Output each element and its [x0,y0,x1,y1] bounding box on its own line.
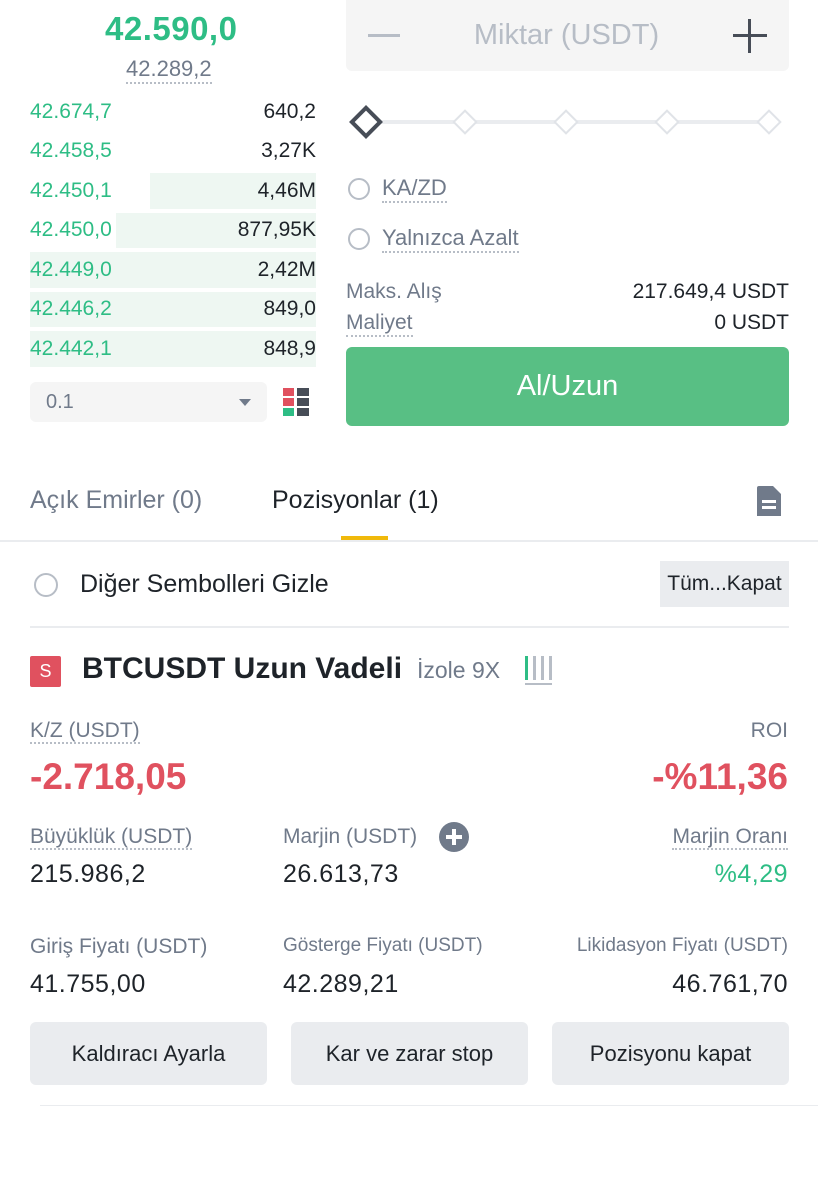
bid-price: 42.450,0 [30,218,112,242]
mark-price-label: Gösterge Fiyatı (USDT) [283,935,483,956]
margin-ratio-label: Marjin Oranı [672,825,788,850]
cost-value: 0 USDT [714,311,789,334]
margin-label: Marjin (USDT) [283,825,418,848]
bid-price: 42.446,2 [30,297,112,321]
max-buy-value: 217.649,4 USDT [632,280,789,303]
reduce-only-label: Yalnızca Azalt [382,225,519,253]
pnl-label-wrap[interactable]: K/Z (USDT) [30,719,140,744]
bid-price: 42.674,7 [30,99,112,123]
margin-value: 26.613,73 [283,860,399,888]
size-label-wrap[interactable]: Büyüklük (USDT) [30,825,193,850]
cost-row: Maliyet 0 USDT [346,311,789,337]
caret-down-icon [239,398,251,406]
bid-quantity: 849,0 [263,297,316,321]
position-symbol[interactable]: BTCUSDT Uzun Vadeli [82,652,402,686]
size-label: Büyüklük (USDT) [30,825,193,850]
buy-long-button[interactable]: Al/Uzun [346,347,789,426]
tab-open-orders[interactable]: Açık Emirler (0) [30,486,202,515]
adjust-leverage-button[interactable]: Kaldıracı Ayarla [30,1022,267,1085]
close-position-button[interactable]: Pozisyonu kapat [552,1022,789,1085]
bid-quantity: 877,95K [237,218,316,242]
bid-price: 42.449,0 [30,257,112,281]
roi-value: -%11,36 [652,756,788,797]
pnl-label: K/Z (USDT) [30,719,140,744]
orderbook-layout-icon[interactable] [283,388,309,416]
divider [0,540,818,542]
tpsl-button[interactable]: Kar ve zarar stop [291,1022,528,1085]
order-book-row[interactable]: 42.449,0 2,42M [30,250,316,290]
quantity-slider[interactable] [349,105,782,139]
tpsl-radio[interactable] [348,178,370,200]
slider-handle[interactable] [349,105,383,139]
order-book-row[interactable]: 42.446,2 849,0 [30,290,316,330]
order-book-row[interactable]: 42.450,0 877,95K [30,211,316,251]
tpsl-option[interactable]: KA/ZD [348,175,447,203]
reduce-only-radio[interactable] [348,228,370,250]
margin-ratio-value: %4,29 [714,860,788,888]
mark-price[interactable]: 42.289,2 [126,56,212,84]
cost-label[interactable]: Maliyet [346,311,413,337]
size-value: 215.986,2 [30,860,146,888]
reduce-only-option[interactable]: Yalnızca Azalt [348,225,519,253]
slider-stop-75[interactable] [654,109,680,135]
tab-positions[interactable]: Pozisyonlar (1) [272,486,439,515]
close-all-button[interactable]: Tüm...Kapat [660,561,789,607]
slider-stop-100[interactable] [756,109,782,135]
liquidation-price-label: Likidasyon Fiyatı (USDT) [576,935,788,956]
document-icon[interactable] [757,486,781,516]
minus-icon[interactable] [368,34,400,37]
pnl-value: -2.718,05 [30,756,187,797]
max-buy-label: Maks. Alış [346,280,442,303]
adl-indicator-icon[interactable] [525,656,553,686]
bid-price: 42.458,5 [30,139,112,163]
price-step-select[interactable]: 0.1 [30,382,267,422]
margin-ratio-label-wrap[interactable]: Marjin Oranı [672,825,788,850]
price-step-value: 0.1 [46,390,74,413]
order-book-row[interactable]: 42.442,1 848,9 [30,329,316,369]
slider-stop-25[interactable] [452,109,478,135]
order-book-row[interactable]: 42.450,1 4,46M [30,171,316,211]
hide-other-symbols-radio[interactable] [34,572,58,597]
bid-quantity: 848,9 [263,336,316,360]
roi-label: ROI [750,719,788,742]
hide-other-symbols-label: Diğer Sembolleri Gizle [80,570,329,598]
entry-price-label: Giriş Fiyatı (USDT) [30,935,208,958]
side-badge: S [30,656,61,687]
bid-price: 42.442,1 [30,336,112,360]
bid-quantity: 2,42M [257,257,316,281]
mark-price-value: 42.289,21 [283,970,399,998]
bid-quantity: 3,27K [261,139,316,163]
bid-quantity: 640,2 [263,99,316,123]
hide-other-symbols-option[interactable]: Diğer Sembolleri Gizle [34,570,329,599]
order-book-row[interactable]: 42.674,7 640,2 [30,92,316,132]
tpsl-label: KA/ZD [382,175,447,203]
entry-price-value: 41.755,00 [30,970,146,998]
plus-icon[interactable] [732,18,767,53]
bid-quantity: 4,46M [257,178,316,202]
divider [30,626,789,628]
add-margin-icon[interactable] [439,822,469,852]
margin-mode-badge: İzole 9X [417,657,501,683]
quantity-stepper[interactable]: Miktar (USDT) [346,0,789,71]
order-book-row[interactable]: 42.458,5 3,27K [30,132,316,172]
max-buy-row: Maks. Alış 217.649,4 USDT [346,280,789,304]
order-book: 42.674,7 640,2 42.458,5 3,27K 42.450,1 4… [30,92,316,369]
quantity-input[interactable]: Miktar (USDT) [474,19,659,52]
divider [40,1105,818,1106]
last-price: 42.590,0 [105,10,238,47]
slider-stop-50[interactable] [553,109,579,135]
liquidation-price-value: 46.761,70 [672,970,788,998]
bid-price: 42.450,1 [30,178,112,202]
